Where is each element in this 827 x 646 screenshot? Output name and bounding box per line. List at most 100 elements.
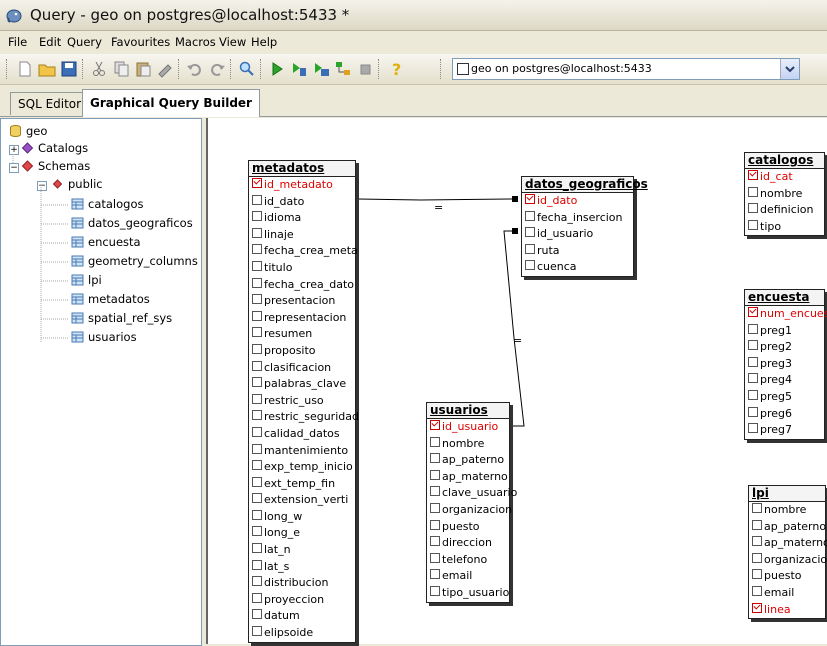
field-checkbox[interactable] <box>252 227 262 238</box>
field-checkbox-checked[interactable] <box>752 602 762 613</box>
clear-icon[interactable] <box>156 60 174 78</box>
table-box-title[interactable]: datos_geograficos <box>522 177 648 193</box>
field-checkbox[interactable] <box>252 426 262 437</box>
field-row[interactable]: organizacion <box>427 502 512 519</box>
field-checkbox[interactable] <box>252 443 262 454</box>
field-checkbox[interactable] <box>748 373 758 384</box>
field-row[interactable]: ap_paterno <box>427 452 509 469</box>
menu-edit[interactable]: Edit <box>39 35 61 49</box>
field-checkbox[interactable] <box>252 592 262 603</box>
field-checkbox[interactable] <box>748 323 758 334</box>
connection-select[interactable]: geo on postgres@localhost:5433 <box>452 58 800 80</box>
table-box-encuesta[interactable]: encuestanum_encuesta preg1 preg2 preg3 preg4… <box>744 289 827 440</box>
field-checkbox[interactable] <box>252 526 262 537</box>
field-checkbox[interactable] <box>252 294 262 305</box>
save-icon[interactable] <box>60 60 78 78</box>
execute-to-file-icon[interactable] <box>312 60 330 78</box>
field-checkbox[interactable] <box>252 476 262 487</box>
table-box-title[interactable]: catalogos <box>745 153 824 169</box>
field-checkbox[interactable] <box>430 552 440 563</box>
field-row[interactable]: nombre <box>427 436 509 453</box>
field-row[interactable]: presentacion <box>249 293 355 310</box>
field-row[interactable]: proyeccion <box>249 592 355 609</box>
tab-graphical-query-builder[interactable]: Graphical Query Builder <box>82 89 260 117</box>
field-row[interactable]: resumen <box>249 326 355 343</box>
field-row[interactable]: id_dato <box>522 193 633 210</box>
menu-macros[interactable]: Macros <box>175 35 216 49</box>
field-row[interactable]: telefono <box>427 552 509 569</box>
field-checkbox[interactable] <box>430 453 440 464</box>
field-row[interactable]: puesto <box>749 568 825 585</box>
field-row[interactable]: representacion <box>249 310 355 327</box>
field-row[interactable]: nombre <box>745 186 824 203</box>
field-row[interactable]: calidad_datos <box>249 426 355 443</box>
undo-icon[interactable] <box>186 60 204 78</box>
field-checkbox[interactable] <box>252 576 262 587</box>
field-row[interactable]: ap_materno <box>427 469 509 486</box>
field-checkbox[interactable] <box>752 585 762 596</box>
field-row[interactable]: preg4 <box>745 372 824 389</box>
field-checkbox[interactable] <box>748 356 758 367</box>
field-row[interactable]: cuenca <box>522 259 633 276</box>
field-row[interactable]: preg5 <box>745 389 824 406</box>
menu-query[interactable]: Query <box>67 35 102 49</box>
field-checkbox[interactable] <box>748 406 758 417</box>
field-row[interactable]: idioma <box>249 210 355 227</box>
field-row[interactable]: extension_verti <box>249 492 355 509</box>
field-row[interactable]: clasificacion <box>249 360 355 377</box>
field-checkbox[interactable] <box>430 569 440 580</box>
field-checkbox[interactable] <box>430 436 440 447</box>
field-checkbox[interactable] <box>252 360 262 371</box>
explain-icon[interactable] <box>290 60 308 78</box>
field-checkbox[interactable] <box>430 519 440 530</box>
field-row[interactable]: fecha_crea_meta <box>249 243 358 260</box>
field-row[interactable]: mantenimiento <box>249 443 355 460</box>
field-row[interactable]: ruta <box>522 243 633 260</box>
field-row[interactable]: proposito <box>249 343 355 360</box>
field-checkbox-checked[interactable] <box>252 178 262 188</box>
field-row[interactable]: restric_uso <box>249 393 355 410</box>
table-box-title[interactable]: encuesta <box>745 290 824 306</box>
field-row[interactable]: exp_temp_inicio <box>249 459 355 476</box>
field-checkbox[interactable] <box>430 585 440 596</box>
field-row[interactable]: restric_seguridad <box>249 409 359 426</box>
field-checkbox-checked[interactable] <box>430 420 440 430</box>
stop-icon[interactable] <box>356 60 374 78</box>
field-row[interactable]: long_e <box>249 525 355 542</box>
field-row[interactable]: definicion <box>745 202 824 219</box>
table-box-usuarios[interactable]: usuarios id_usuario nombre ap_paterno ap_mat… <box>426 402 517 603</box>
field-checkbox[interactable] <box>525 227 535 238</box>
join-endpoint[interactable] <box>512 228 518 234</box>
field-row[interactable]: linaje <box>249 227 355 244</box>
field-checkbox[interactable] <box>252 260 262 271</box>
field-row[interactable]: puesto <box>427 519 509 536</box>
field-row[interactable]: fecha_insercion <box>522 210 633 227</box>
field-checkbox[interactable] <box>252 493 262 504</box>
field-checkbox[interactable] <box>525 243 535 254</box>
field-row[interactable]: organizacion <box>749 552 827 569</box>
field-row[interactable]: ap_paterno <box>749 519 826 536</box>
field-row[interactable]: tipo_usuario <box>427 585 509 602</box>
field-row[interactable]: id_metadato <box>249 177 355 194</box>
field-checkbox[interactable] <box>252 327 262 338</box>
schema-tree[interactable]: geo + Catalogs − Schemas − public catalo… <box>0 118 202 646</box>
field-checkbox[interactable] <box>748 389 758 400</box>
table-box-title[interactable]: usuarios <box>427 403 509 419</box>
field-row[interactable]: direccion <box>427 535 509 552</box>
field-checkbox[interactable] <box>252 559 262 570</box>
field-checkbox[interactable] <box>752 519 762 530</box>
field-row[interactable]: elipsoide <box>249 625 355 642</box>
field-row[interactable]: num_encuesta <box>745 306 827 323</box>
field-row[interactable]: id_usuario <box>522 226 633 243</box>
field-checkbox[interactable] <box>748 203 758 214</box>
join-line-metadatos-datos[interactable] <box>357 198 513 201</box>
field-row[interactable]: preg3 <box>745 356 824 373</box>
menu-help[interactable]: Help <box>251 35 277 49</box>
field-row[interactable]: ext_temp_fin <box>249 476 355 493</box>
field-checkbox[interactable] <box>748 186 758 197</box>
field-checkbox[interactable] <box>252 310 262 321</box>
new-file-icon[interactable] <box>16 60 34 78</box>
field-row[interactable]: lat_n <box>249 542 355 559</box>
field-checkbox[interactable] <box>252 393 262 404</box>
field-row[interactable]: preg1 <box>745 323 824 340</box>
